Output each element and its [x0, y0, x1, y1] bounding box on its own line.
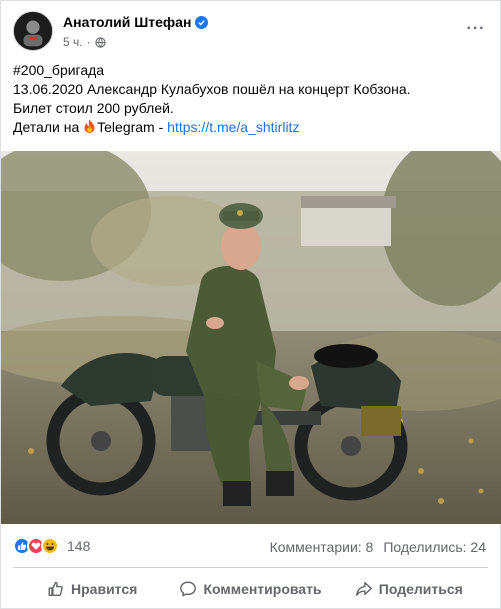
post-actions: Нравится Комментировать Поделиться — [13, 571, 488, 607]
hashtag-link[interactable]: #200_бригада — [13, 61, 491, 80]
reaction-count[interactable]: 148 — [67, 538, 90, 554]
comment-label: Комментировать — [203, 581, 322, 597]
more-options-icon: ··· — [466, 20, 486, 37]
globe-icon — [94, 36, 106, 48]
meta-separator: · — [86, 35, 91, 49]
reaction-icons — [13, 537, 59, 555]
author-name-label[interactable]: Анатолий Штефан — [63, 14, 191, 30]
details-prefix: Детали на — [13, 119, 84, 135]
fire-emoji-icon — [83, 119, 96, 134]
comment-icon — [180, 581, 197, 597]
verified-badge-icon — [195, 15, 209, 29]
post-meta: 5 ч. · — [63, 35, 106, 49]
post-header: Анатолий Штефан 5 ч. · ··· — [13, 11, 488, 53]
comments-count[interactable]: Комментарии: 8 — [270, 539, 374, 555]
thumbs-up-icon — [48, 581, 63, 597]
feed-post: Анатолий Штефан 5 ч. · ··· #200_бригада … — [0, 0, 501, 609]
comment-button[interactable]: Комментировать — [171, 571, 329, 607]
post-photo[interactable] — [1, 151, 501, 524]
shares-count[interactable]: Поделились: 24 — [383, 539, 486, 555]
post-text-line-2: 13.06.2020 Александр Кулабухов пошёл на … — [13, 81, 411, 97]
share-button[interactable]: Поделиться — [330, 571, 488, 607]
telegram-label: Telegram - — [97, 119, 168, 135]
author-avatar[interactable] — [13, 11, 53, 51]
share-icon — [355, 581, 372, 597]
haha-reaction-icon — [41, 537, 59, 555]
post-text: #200_бригада 13.06.2020 Александр Кулабу… — [13, 61, 491, 137]
post-time[interactable]: 5 ч. — [63, 35, 83, 49]
author-name[interactable]: Анатолий Штефан — [63, 14, 209, 30]
reactions-summary[interactable]: 148 — [13, 535, 90, 557]
like-label: Нравится — [71, 581, 138, 597]
action-divider — [13, 567, 488, 568]
post-text-line-4: Детали на Telegram - https://t.me/a_shti… — [13, 118, 491, 137]
like-button[interactable]: Нравится — [13, 571, 171, 607]
more-options-button[interactable]: ··· — [464, 19, 488, 39]
post-stats: Комментарии: 8 Поделились: 24 — [270, 539, 486, 555]
post-text-line-3: Билет стоил 200 рублей. — [13, 100, 174, 116]
share-label: Поделиться — [378, 581, 463, 597]
telegram-link[interactable]: https://t.me/a_shtirlitz — [167, 119, 299, 135]
